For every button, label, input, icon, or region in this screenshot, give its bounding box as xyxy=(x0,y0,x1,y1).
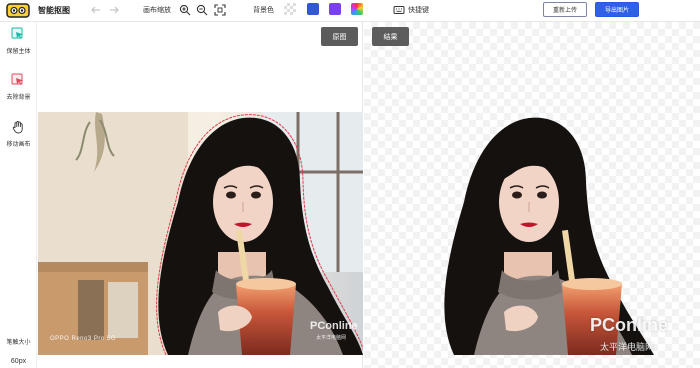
watermark-brand: PConline xyxy=(590,315,669,335)
top-toolbar: 智能抠图 画布缩放 背景色 快捷键 重新上传 导出图片 xyxy=(0,0,700,22)
original-tab-button[interactable]: 原图 xyxy=(321,27,358,46)
swatch-transparent[interactable] xyxy=(284,3,296,15)
result-cutout[interactable]: PConline 太平洋电脑网 xyxy=(364,112,700,355)
tool-label: 保留主体 xyxy=(6,49,31,55)
original-photo-image xyxy=(38,112,363,355)
watermark-subtitle: 太平洋电脑网 xyxy=(600,342,655,352)
tool-move-canvas[interactable]: 移动画布 xyxy=(0,120,37,160)
brush-size-value[interactable]: 60px xyxy=(0,358,37,365)
swatch-custom-color[interactable] xyxy=(351,3,363,15)
swatch-blue[interactable] xyxy=(307,3,319,15)
result-tab-button[interactable]: 结果 xyxy=(372,27,409,46)
original-photo[interactable]: PConline 太平洋电脑网 OPPO Reno3 Pro 5G xyxy=(38,112,363,355)
zoom-in-icon[interactable] xyxy=(179,4,191,16)
tool-label: 去除背景 xyxy=(6,95,31,101)
brush-size-label: 笔触大小 xyxy=(6,340,31,346)
watermark-subtitle: 太平洋电脑网 xyxy=(316,335,347,341)
keep-subject-icon xyxy=(11,27,23,39)
watermark-brand: PConline xyxy=(310,320,358,332)
tool-label: 移动画布 xyxy=(6,142,31,148)
export-image-button[interactable]: 导出图片 xyxy=(595,2,639,17)
app-logo-icon xyxy=(6,3,30,18)
keyboard-icon[interactable] xyxy=(393,4,405,16)
tool-remove-background[interactable]: 去除背景 xyxy=(0,73,37,113)
fit-screen-icon[interactable] xyxy=(214,4,226,16)
redo-arrow-icon[interactable] xyxy=(108,4,120,16)
reupload-button[interactable]: 重新上传 xyxy=(543,2,587,17)
tool-keep-subject[interactable]: 保留主体 xyxy=(0,27,37,67)
undo-arrow-icon[interactable] xyxy=(90,4,102,16)
remove-background-icon xyxy=(11,73,23,85)
tool-sidebar: 保留主体 去除背景 移动画布 笔触大小 60px xyxy=(0,22,37,368)
hand-move-icon xyxy=(12,120,23,134)
original-image-panel[interactable]: 原图 PConline 太平洋电脑网 OPPO Reno3 Pro 5G xyxy=(38,22,363,368)
shortcut-label[interactable]: 快捷键 xyxy=(408,5,429,15)
app-title: 智能抠图 xyxy=(38,6,70,15)
camera-tag: OPPO Reno3 Pro 5G xyxy=(50,336,116,342)
result-image-panel[interactable]: 结果 PConline 太平洋电脑网 xyxy=(364,22,700,368)
swatch-purple[interactable] xyxy=(329,3,341,15)
zoom-label: 画布缩放 xyxy=(143,7,171,14)
zoom-out-icon[interactable] xyxy=(196,4,208,16)
background-color-label: 背景色 xyxy=(253,7,274,14)
